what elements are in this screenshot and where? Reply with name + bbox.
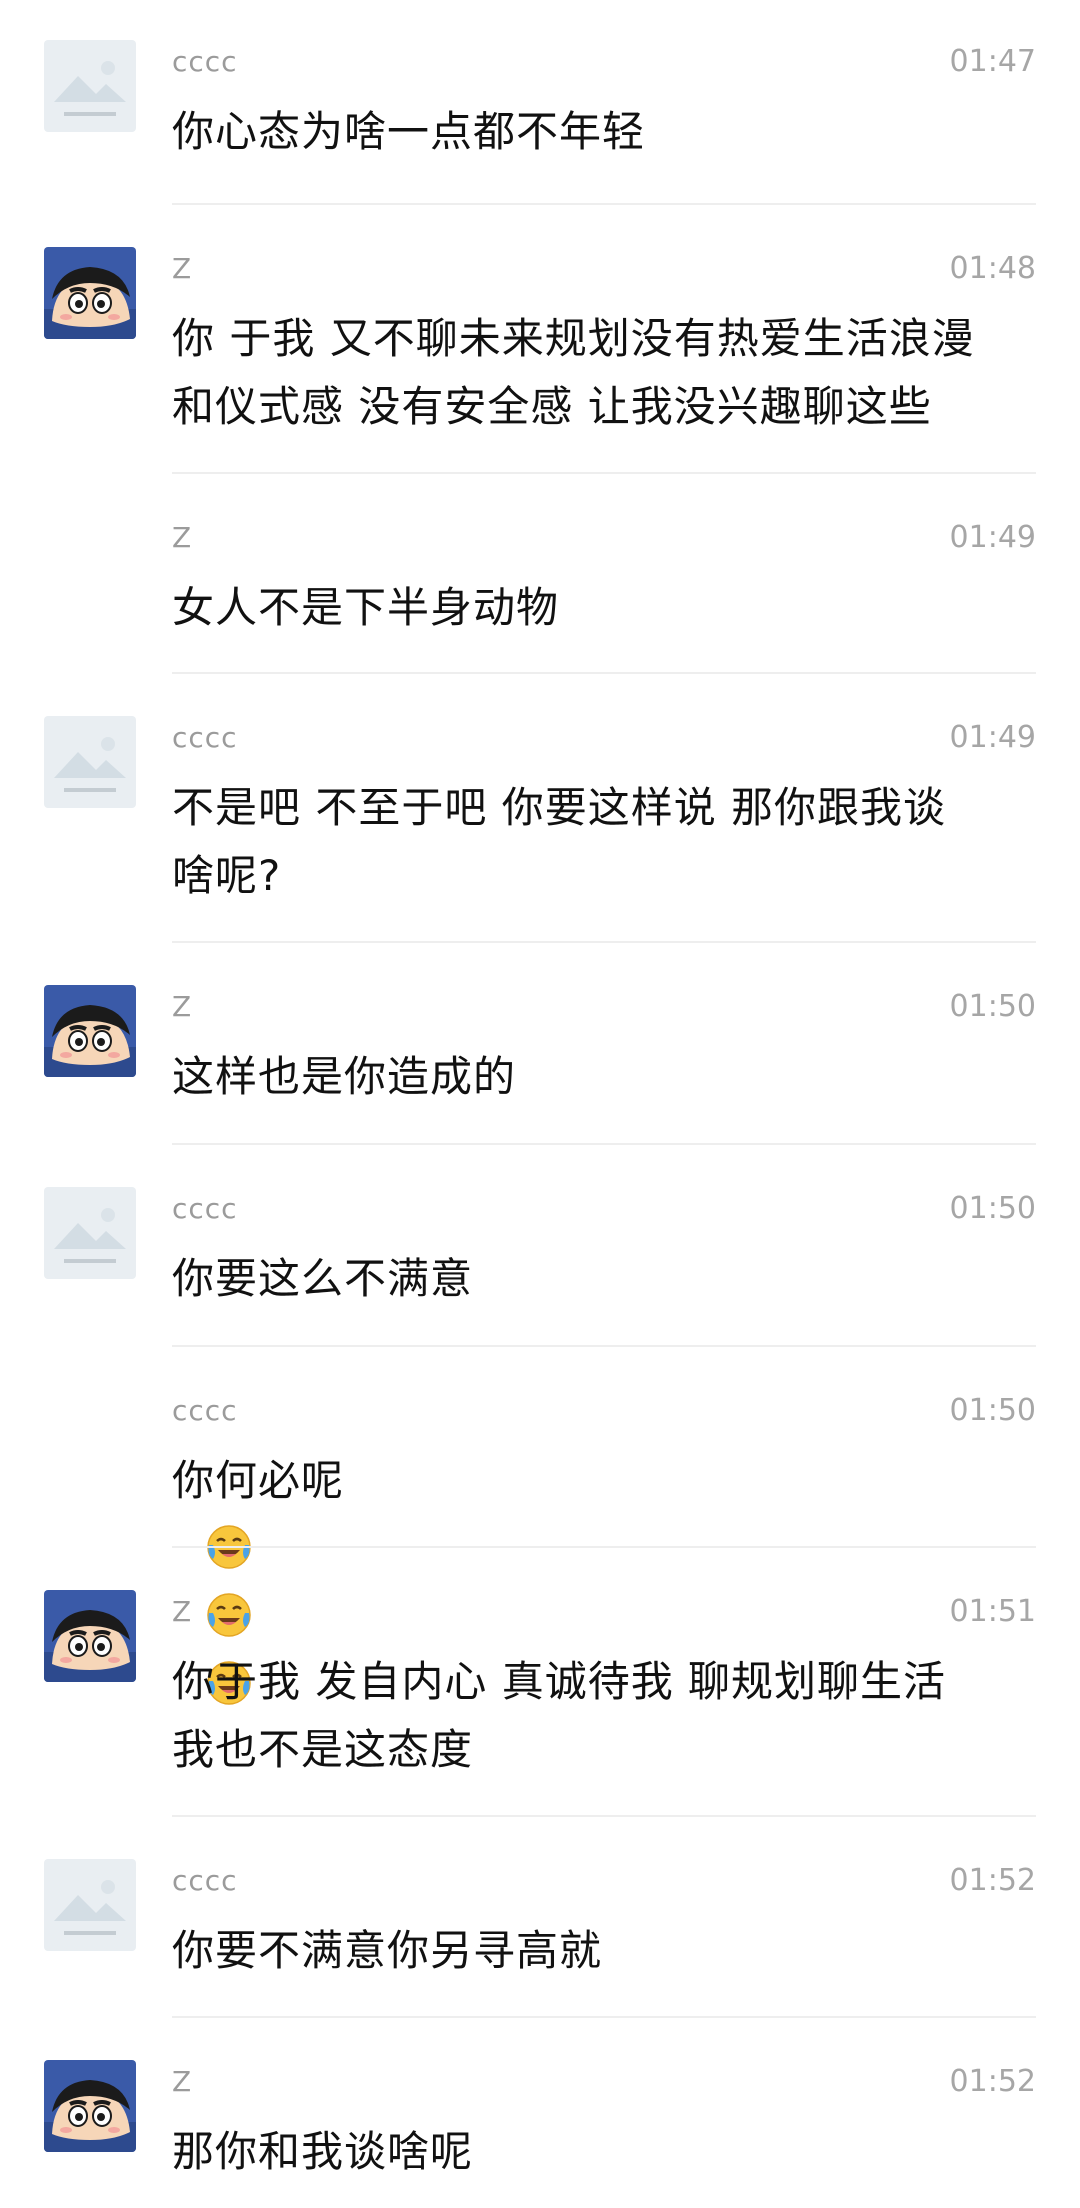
message-text: 不是吧 不至于吧 你要这样说 那你跟我谈 啥呢? [172,774,1032,910]
message-time: 01:49 [949,720,1036,755]
avatar[interactable] [44,985,136,1077]
message-time: 01:47 [949,44,1036,79]
message-time: 01:51 [949,1594,1036,1629]
message-divider [172,1546,1036,1548]
chat-message: cccc 01:50 你要这么不满意 [0,1147,1080,1349]
message-time: 01:52 [949,1863,1036,1898]
message-text-content: 你于我 发自内心 真诚待我 聊规划聊生活 我也不是这态度 [172,1657,947,1774]
message-time: 01:50 [949,1393,1036,1428]
avatar[interactable] [44,247,136,339]
sender-name[interactable]: cccc [172,720,238,756]
message-divider [172,1345,1036,1347]
message-text: 你 于我 又不聊未来规划没有热爱生活浪漫 和仪式感 没有安全感 让我没兴趣聊这些 [172,305,1032,441]
sender-name[interactable]: cccc [172,44,238,80]
message-time: 01:50 [949,1191,1036,1226]
message-text: 那你和我谈啥呢 [172,2118,1032,2186]
message-text-content: 你何必呢 [172,1456,345,1505]
message-text-content: 你心态为啥一点都不年轻 [172,107,646,156]
avatar[interactable] [44,2060,136,2152]
message-divider [172,1815,1036,1817]
avatar-placeholder-icon[interactable] [44,716,136,808]
message-text-content: 不是吧 不至于吧 你要这样说 那你跟我谈 啥呢? [172,783,947,900]
sender-name[interactable]: cccc [172,1191,238,1227]
sender-name[interactable]: Z [172,989,192,1025]
message-divider [172,203,1036,205]
message-time: 01:50 [949,989,1036,1024]
message-text: 你于我 发自内心 真诚待我 聊规划聊生活 我也不是这态度 [172,1648,1032,1784]
chat-message: Z 01:51 你于我 发自内心 真诚待我 聊规划聊生活 我也不是这态度 [0,1550,1080,1819]
message-text: 女人不是下半身动物 [172,574,1032,642]
sender-name[interactable]: cccc [172,1393,238,1429]
message-text: 你要不满意你另寻高就 [172,1917,1032,1985]
sender-name[interactable]: Z [172,520,192,556]
sender-name[interactable]: Z [172,251,192,287]
avatar-placeholder-icon[interactable] [44,1859,136,1951]
chat-message: Z 01:49 女人不是下半身动物 [0,476,1080,676]
message-text-content: 你要不满意你另寻高就 [172,1926,603,1975]
chat-message: cccc 01:47 你心态为啥一点都不年轻 [0,0,1080,207]
chat-message: cccc 01:50 你何必呢 [0,1349,1080,1705]
message-text: 你要这么不满意 [172,1245,1032,1313]
message-text-content: 那你和我谈啥呢 [172,2127,474,2176]
message-divider [172,472,1036,474]
message-time: 01:48 [949,251,1036,286]
message-text: 你心态为啥一点都不年轻 [172,98,1032,166]
message-divider [172,2016,1036,2018]
message-text-content: 女人不是下半身动物 [172,583,560,632]
chat-message: cccc 01:52 你要不满意你另寻高就 [0,1819,1080,2020]
message-divider [172,941,1036,943]
message-text: 这样也是你造成的 [172,1043,1032,1111]
message-time: 01:49 [949,520,1036,555]
chat-message: Z 01:52 那你和我谈啥呢 [0,2020,1080,2208]
chat-message: cccc 01:49 不是吧 不至于吧 你要这样说 那你跟我谈 啥呢? [0,676,1080,945]
message-text-content: 你要这么不满意 [172,1254,474,1303]
avatar[interactable] [44,1590,136,1682]
message-text-content: 你 于我 又不聊未来规划没有热爱生活浪漫 和仪式感 没有安全感 让我没兴趣聊这些 [172,314,975,431]
avatar-placeholder-icon[interactable] [44,1187,136,1279]
message-divider [172,672,1036,674]
chat-message: Z 01:48 你 于我 又不聊未来规划没有热爱生活浪漫 和仪式感 没有安全感 让我… [0,207,1080,476]
avatar-placeholder-icon[interactable] [44,40,136,132]
message-divider [172,1143,1036,1145]
sender-name[interactable]: Z [172,1594,192,1630]
sender-name[interactable]: cccc [172,1863,238,1899]
message-time: 01:52 [949,2064,1036,2099]
message-text-content: 这样也是你造成的 [172,1052,517,1101]
chat-message: Z 01:50 这样也是你造成的 [0,945,1080,1147]
sender-name[interactable]: Z [172,2064,192,2100]
